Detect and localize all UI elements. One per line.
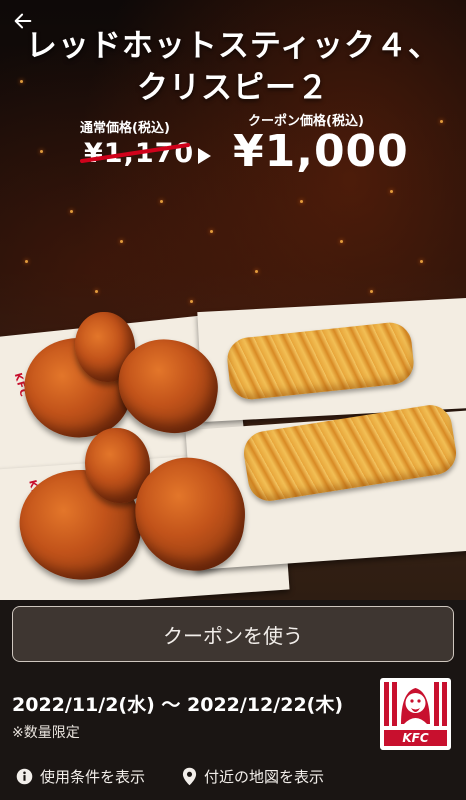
spark [95,290,98,293]
hero-banner: レッドホットスティック４、 クリスピー２ 通常価格(税込) ¥1,170 クーポ… [0,0,466,600]
map-link[interactable]: 付近の地図を表示 [182,766,324,787]
kfc-logo-text: KFC [402,731,429,745]
coupon-title-line2: クリスピー２ [137,70,329,106]
use-coupon-button[interactable]: クーポンを使う [12,606,454,662]
spark [390,190,393,193]
spark [340,240,343,243]
terms-link-label: 使用条件を表示 [40,768,146,786]
map-link-label: 付近の地図を表示 [204,768,325,786]
coupon-price: ¥1,000 [233,126,409,177]
price-arrow-icon [198,148,211,164]
spark [440,120,443,123]
spark [120,240,123,243]
spark [160,200,163,203]
quantity-limited-note: ※数量限定 [12,725,80,741]
spark [70,210,73,213]
spark [40,150,43,153]
location-pin-icon [182,767,197,786]
terms-link[interactable]: 使用条件を表示 [16,766,145,787]
coupon-title-line1: レッドホットスティック４、 [25,28,441,64]
spark [255,270,258,273]
spark [25,260,28,263]
spark [210,230,213,233]
kfc-logo: KFC [380,678,451,750]
info-icon [16,768,33,785]
spark [300,200,303,203]
spark [370,290,373,293]
validity-period: 2022/11/2(水) 〜 2022/12/22(木) [12,694,344,716]
regular-price-label: 通常価格(税込) [80,121,170,136]
strikethrough-mark [80,143,190,163]
spark [190,300,193,303]
spark [420,260,423,263]
